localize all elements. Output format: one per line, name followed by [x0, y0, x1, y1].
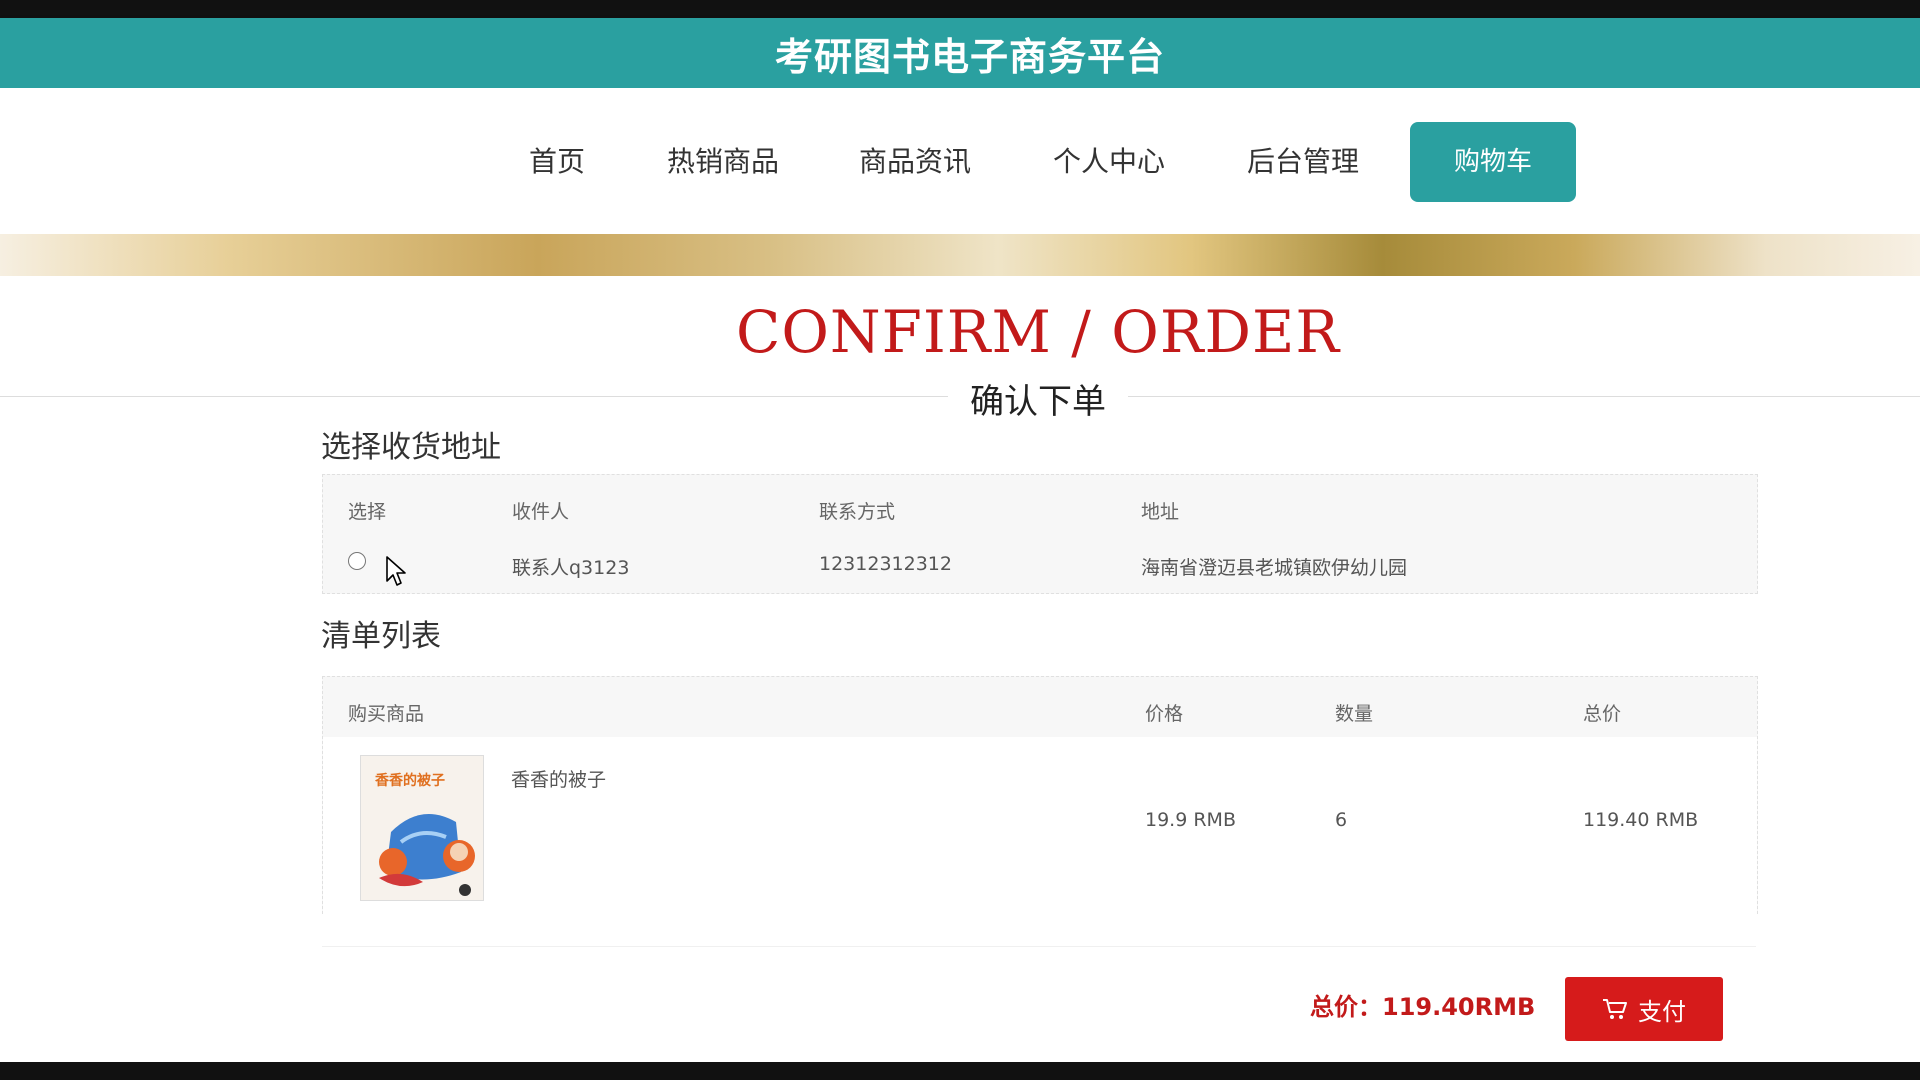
address-text: 海南省澄迈县老城镇欧伊幼儿园 — [1141, 557, 1408, 579]
nav-item-cart[interactable]: 购物车 — [1410, 122, 1576, 202]
item-quantity: 6 — [1335, 809, 1348, 831]
items-section-title: 清单列表 — [321, 619, 441, 654]
item-name[interactable]: 香香的被子 — [511, 765, 606, 792]
item-row: 香香的被子 香香的被子 19.9 RMB 6 119.40 RMB — [323, 737, 1757, 917]
address-recipient: 联系人q3123 — [512, 557, 630, 579]
item-price: 19.9 RMB — [1145, 809, 1236, 831]
pay-button-label: 支付 — [1638, 997, 1686, 1026]
items-table: 购买商品 价格 数量 总价 香香的被子 香香的被子 19.9 RMB 6 119… — [322, 676, 1758, 917]
site-title: 考研图书电子商务平台 — [774, 34, 1165, 79]
items-header-total: 总价 — [1583, 703, 1622, 725]
address-header-address: 地址 — [1141, 501, 1180, 523]
page-title: CONFIRM / ORDER — [735, 298, 1341, 366]
book-illustration-icon — [379, 814, 475, 896]
items-header-quantity: 数量 — [1335, 703, 1374, 725]
items-header-product: 购买商品 — [348, 703, 425, 725]
address-header-select: 选择 — [348, 501, 387, 523]
bottom-letterbox — [0, 1062, 1920, 1080]
book-cover-image[interactable]: 香香的被子 — [360, 755, 484, 901]
address-header-recipient: 收件人 — [512, 501, 570, 523]
shopping-cart-icon — [1603, 999, 1627, 1019]
order-total: 总价：119.40RMB — [1310, 987, 1535, 1022]
main-nav: 首页 热销商品 商品资讯 个人中心 后台管理 购物车 — [0, 88, 1920, 234]
banner-strip — [0, 234, 1920, 276]
address-header-phone: 联系方式 — [819, 501, 896, 523]
address-phone: 12312312312 — [819, 553, 952, 575]
order-total-label: 总价： — [1310, 993, 1382, 1021]
site-header: 考研图书电子商务平台 — [0, 18, 1920, 88]
pay-button[interactable]: 支付 — [1565, 977, 1723, 1041]
nav-item-admin[interactable]: 后台管理 — [1238, 122, 1368, 202]
book-cover-title: 香香的被子 — [375, 773, 445, 789]
order-total-value: 119.40RMB — [1382, 993, 1536, 1021]
address-section-title: 选择收货地址 — [321, 430, 501, 465]
page-subtitle: 确认下单 — [948, 374, 1128, 423]
item-total: 119.40 RMB — [1583, 809, 1699, 831]
address-radio[interactable] — [348, 552, 366, 570]
nav-item-product-news[interactable]: 商品资讯 — [850, 122, 980, 202]
nav-item-hot-products[interactable]: 热销商品 — [658, 122, 788, 202]
address-table: 选择 收件人 联系方式 地址 联系人q3123 12312312312 海南省澄… — [322, 474, 1758, 594]
top-letterbox — [0, 0, 1920, 18]
address-row[interactable]: 联系人q3123 12312312312 海南省澄迈县老城镇欧伊幼儿园 — [323, 541, 1757, 591]
order-summary: 总价：119.40RMB 支付 — [322, 946, 1756, 1063]
items-header-price: 价格 — [1145, 703, 1184, 725]
nav-item-personal-center[interactable]: 个人中心 — [1044, 122, 1174, 202]
nav-item-home[interactable]: 首页 — [522, 122, 592, 202]
mouse-cursor-icon — [386, 556, 406, 586]
